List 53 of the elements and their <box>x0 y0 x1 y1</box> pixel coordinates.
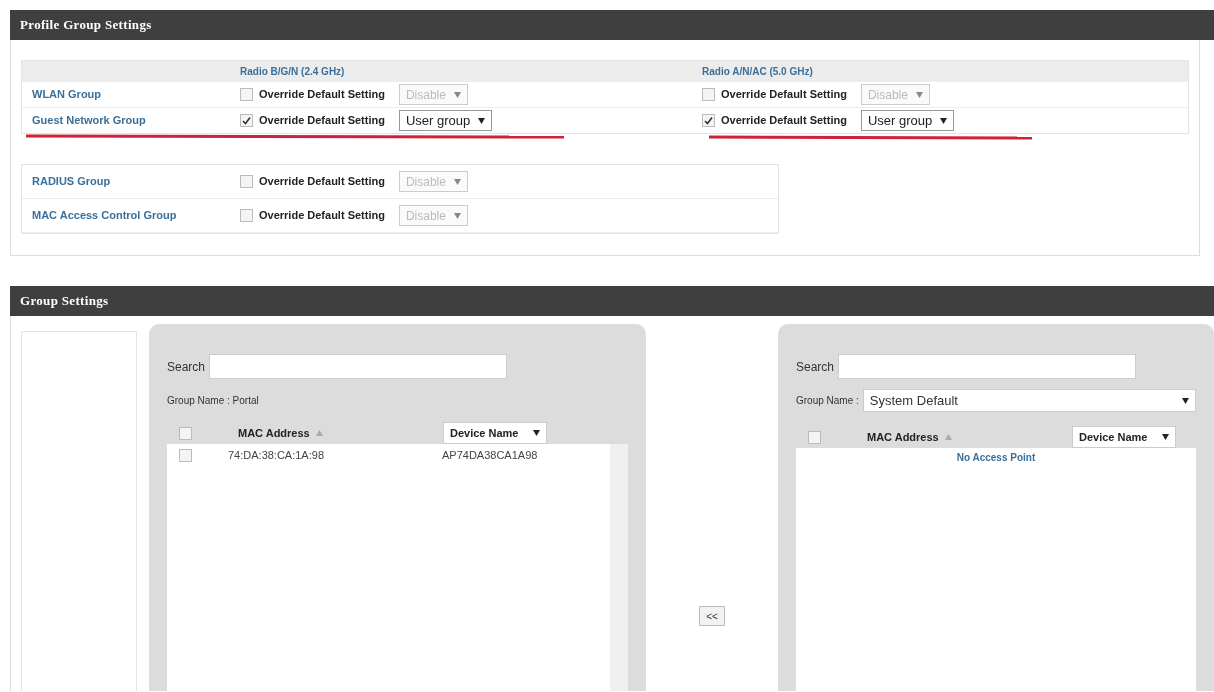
row-label: RADIUS Group <box>31 174 112 189</box>
setting-label: Override Default Setting <box>259 113 385 129</box>
group-name-label: Group Name : <box>796 394 859 408</box>
dropdown-arrow-icon <box>1182 397 1189 404</box>
setting-label: Override Default Setting <box>259 208 385 224</box>
row-label: MAC Access Control Group <box>31 208 178 223</box>
column-header-select[interactable]: Device Name <box>1072 426 1176 448</box>
dropdown-arrow-icon <box>915 91 923 98</box>
checkbox[interactable] <box>240 175 253 188</box>
column-header-select[interactable]: Device Name <box>443 422 547 444</box>
dropdown-arrow-icon <box>453 178 461 185</box>
section-title: Profile Group Settings <box>20 16 152 35</box>
group-name-text: Group Name : Portal <box>167 394 260 408</box>
column-header[interactable]: MAC Address <box>238 424 310 442</box>
dropdown-arrow-icon <box>453 91 461 98</box>
setting-label: Override Default Setting <box>721 113 847 129</box>
search-label: Search <box>167 358 206 376</box>
checkmark-icon <box>704 116 713 125</box>
row-label: WLAN Group <box>31 87 103 103</box>
column-header[interactable]: MAC Address <box>867 428 939 446</box>
checkbox[interactable] <box>702 88 715 101</box>
search-field[interactable] <box>838 354 1137 379</box>
table-cell-text: AP74DA38CA1A98 <box>442 447 538 463</box>
column-header: Radio B/G/N (2.4 GHz) <box>240 64 346 79</box>
column-header: Radio A/N/AC (5.0 GHz) <box>702 64 813 79</box>
dropdown-arrow-icon <box>940 117 948 124</box>
setting-label: Override Default Setting <box>259 87 385 103</box>
sort-arrow-icon <box>944 434 952 440</box>
checkmark-icon <box>242 116 251 125</box>
dropdown-arrow-icon <box>453 212 461 219</box>
checkbox[interactable] <box>240 114 253 127</box>
search-field[interactable] <box>209 354 508 379</box>
checkbox[interactable] <box>240 209 253 222</box>
checkbox[interactable] <box>240 88 253 101</box>
group-select[interactable]: User group <box>398 110 493 131</box>
search-label: Search <box>796 358 835 376</box>
row-label: Guest Network Group <box>31 113 147 129</box>
checkbox[interactable] <box>808 430 821 444</box>
section-title: Group Settings <box>20 292 109 311</box>
move-left-button[interactable]: << <box>699 606 725 626</box>
sort-arrow-icon <box>315 430 323 436</box>
empty-message: No Access Point <box>955 451 1037 465</box>
setting-label: Override Default Setting <box>721 87 847 103</box>
table-cell-text: 74:DA:38:CA:1A:98 <box>228 447 325 463</box>
checkbox[interactable] <box>179 448 192 462</box>
checkbox[interactable] <box>702 114 715 127</box>
group-name-select[interactable]: System Default <box>862 389 1196 412</box>
checkbox[interactable] <box>179 426 192 440</box>
dropdown-arrow-icon <box>1161 434 1169 440</box>
group-select[interactable]: User group <box>860 110 955 131</box>
setting-label: Override Default Setting <box>259 174 385 190</box>
dropdown-arrow-icon <box>478 117 486 124</box>
dropdown-arrow-icon <box>532 430 540 436</box>
